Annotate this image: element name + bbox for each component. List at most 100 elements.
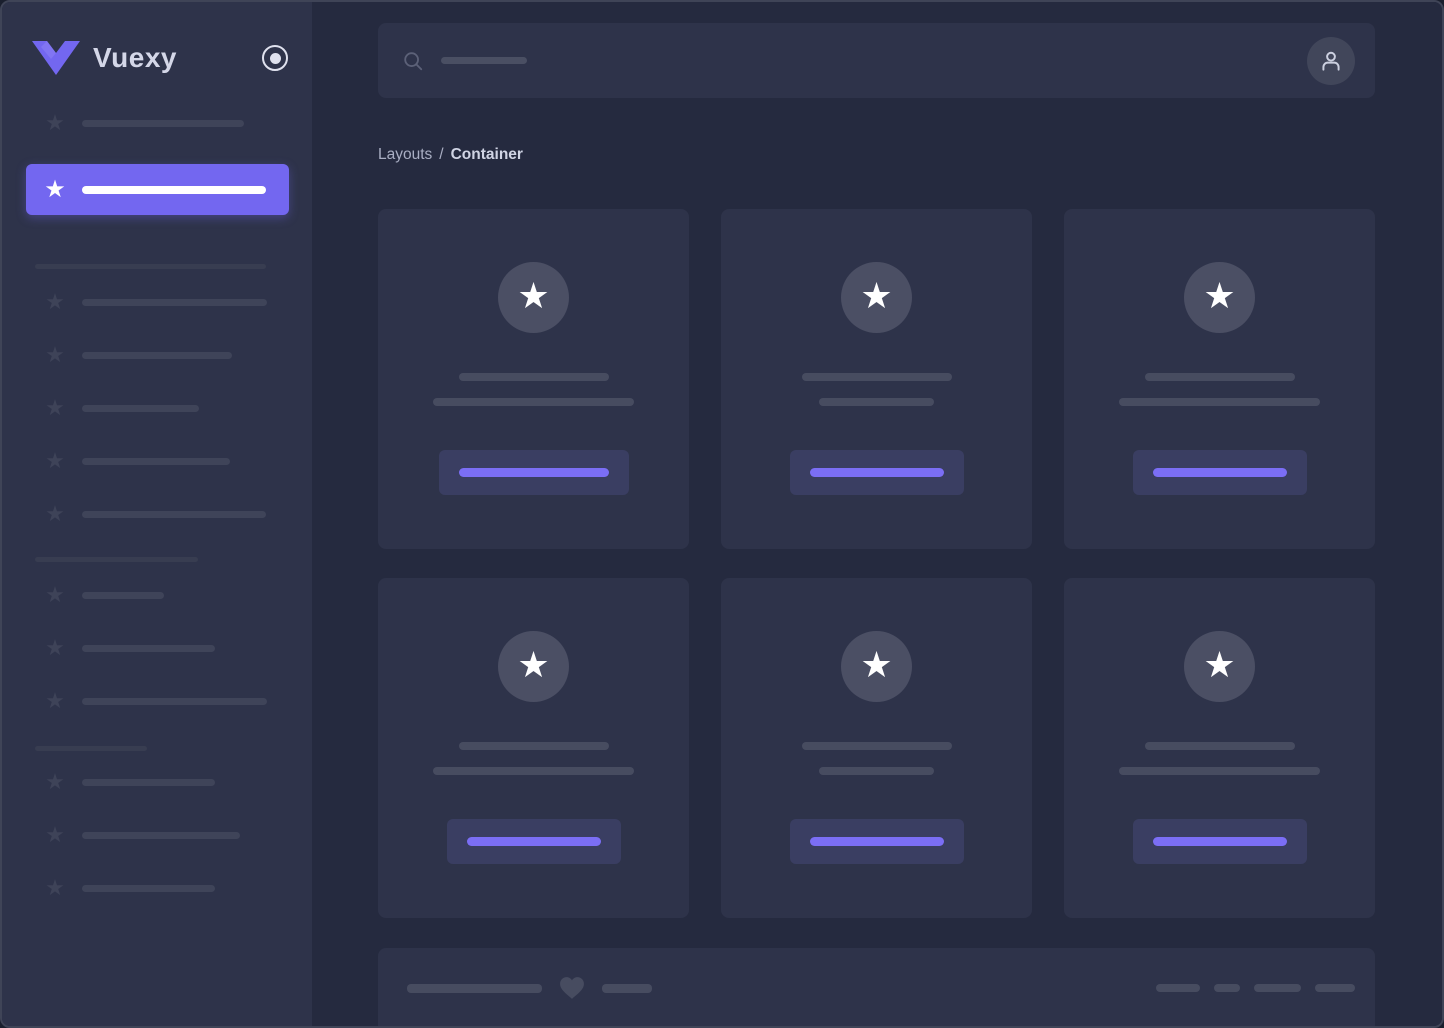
card-title-placeholder (458, 373, 609, 381)
card-avatar-circle: ★ (498, 262, 569, 333)
nav-section-header-placeholder (35, 746, 147, 751)
card-title-placeholder (801, 373, 952, 381)
sidebar-item[interactable]: ★ (2, 502, 312, 526)
nav-section-header-placeholder (35, 557, 198, 562)
star-icon: ★ (1203, 644, 1236, 685)
user-avatar-button[interactable] (1307, 36, 1355, 85)
sidebar-item[interactable]: ★ (2, 396, 312, 420)
breadcrumb-separator: / (439, 146, 444, 163)
card-title-placeholder (458, 742, 609, 750)
star-icon: ★ (45, 688, 65, 713)
star-icon: ★ (45, 110, 65, 135)
card-title-placeholder (1144, 742, 1295, 750)
nav-label-placeholder (82, 644, 215, 652)
star-icon: ★ (517, 275, 550, 316)
placeholder-card: ★ (721, 209, 1032, 549)
card-subtitle-placeholder (819, 767, 934, 775)
footer-link-placeholder (1156, 984, 1200, 992)
search-icon (404, 51, 423, 70)
star-icon: ★ (44, 175, 66, 203)
nav-label-placeholder (82, 298, 267, 306)
footer-text-placeholder (602, 983, 652, 993)
card-button[interactable] (438, 450, 629, 495)
star-icon: ★ (45, 822, 65, 847)
nav-label-placeholder (82, 404, 199, 412)
sidebar-item[interactable]: ★ (2, 583, 312, 607)
card-button[interactable] (1132, 450, 1307, 495)
card-button-label-placeholder (809, 468, 944, 477)
star-icon: ★ (45, 289, 65, 314)
search-placeholder-bar (441, 57, 527, 64)
nav-label-placeholder (82, 778, 215, 786)
footer (378, 948, 1375, 1026)
card-button[interactable] (446, 819, 621, 864)
nav-label-placeholder (82, 591, 164, 599)
placeholder-card: ★ (378, 578, 689, 918)
card-avatar-circle: ★ (841, 262, 912, 333)
card-button[interactable] (789, 819, 964, 864)
card-title-placeholder (801, 742, 952, 750)
star-icon: ★ (45, 448, 65, 473)
card-subtitle-placeholder (819, 398, 934, 406)
footer-links (1142, 984, 1355, 992)
sidebar-item[interactable]: ★ (2, 111, 312, 135)
star-icon: ★ (45, 582, 65, 607)
sidebar-item[interactable]: ★ (2, 343, 312, 367)
star-icon: ★ (45, 875, 65, 900)
star-icon: ★ (1203, 275, 1236, 316)
nav-label-placeholder (82, 185, 266, 194)
heart-icon (560, 977, 584, 999)
user-icon (1322, 51, 1340, 71)
sidebar-nav: ★ ★ ★ ★ ★ ★ ★ ★ ★ ★ ★ ★ ★ (2, 111, 312, 900)
nav-pin-icon[interactable] (262, 45, 288, 71)
footer-link-placeholder (1254, 984, 1301, 992)
card-button[interactable] (789, 450, 964, 495)
star-icon: ★ (45, 342, 65, 367)
card-button-label-placeholder (1152, 837, 1287, 846)
star-icon: ★ (45, 501, 65, 526)
card-avatar-circle: ★ (1184, 262, 1255, 333)
sidebar-header: Vuexy (32, 38, 288, 78)
card-subtitle-placeholder (433, 767, 634, 775)
search-bar[interactable] (378, 23, 1375, 98)
footer-text-placeholder (407, 983, 542, 993)
star-icon: ★ (860, 644, 893, 685)
star-icon: ★ (860, 275, 893, 316)
sidebar-item[interactable]: ★ (2, 636, 312, 660)
sidebar-item[interactable]: ★ (2, 770, 312, 794)
footer-link-placeholder (1214, 984, 1240, 992)
breadcrumb-section[interactable]: Layouts (378, 146, 432, 164)
nav-pin-dot (269, 52, 281, 64)
card-avatar-circle: ★ (498, 631, 569, 702)
breadcrumb: Layouts / Container (378, 145, 1375, 165)
sidebar-item[interactable]: ★ (2, 689, 312, 713)
placeholder-card: ★ (378, 209, 689, 549)
sidebar-item[interactable]: ★ (2, 449, 312, 473)
card-button-label-placeholder (466, 837, 601, 846)
star-icon: ★ (45, 395, 65, 420)
vuexy-logo-icon (32, 41, 80, 75)
card-button-label-placeholder (458, 468, 609, 477)
card-subtitle-placeholder (1119, 398, 1320, 406)
sidebar-item[interactable]: ★ (2, 876, 312, 900)
star-icon: ★ (45, 769, 65, 794)
placeholder-card: ★ (1064, 209, 1375, 549)
sidebar-item[interactable]: ★ (2, 290, 312, 314)
cards-grid: ★ ★ ★ ★ ★ ★ (378, 209, 1375, 918)
card-subtitle-placeholder (1119, 767, 1320, 775)
card-button[interactable] (1132, 819, 1307, 864)
footer-link-placeholder (1315, 984, 1355, 992)
card-button-label-placeholder (1152, 468, 1287, 477)
card-avatar-circle: ★ (1184, 631, 1255, 702)
star-icon: ★ (45, 635, 65, 660)
nav-label-placeholder (82, 697, 267, 705)
nav-label-placeholder (82, 884, 215, 892)
placeholder-card: ★ (721, 578, 1032, 918)
card-title-placeholder (1144, 373, 1295, 381)
sidebar-item-active[interactable]: ★ (26, 164, 289, 215)
sidebar-item[interactable]: ★ (2, 823, 312, 847)
breadcrumb-current: Container (450, 146, 523, 163)
nav-label-placeholder (82, 119, 244, 127)
star-icon: ★ (517, 644, 550, 685)
brand-title[interactable]: Vuexy (93, 42, 262, 74)
